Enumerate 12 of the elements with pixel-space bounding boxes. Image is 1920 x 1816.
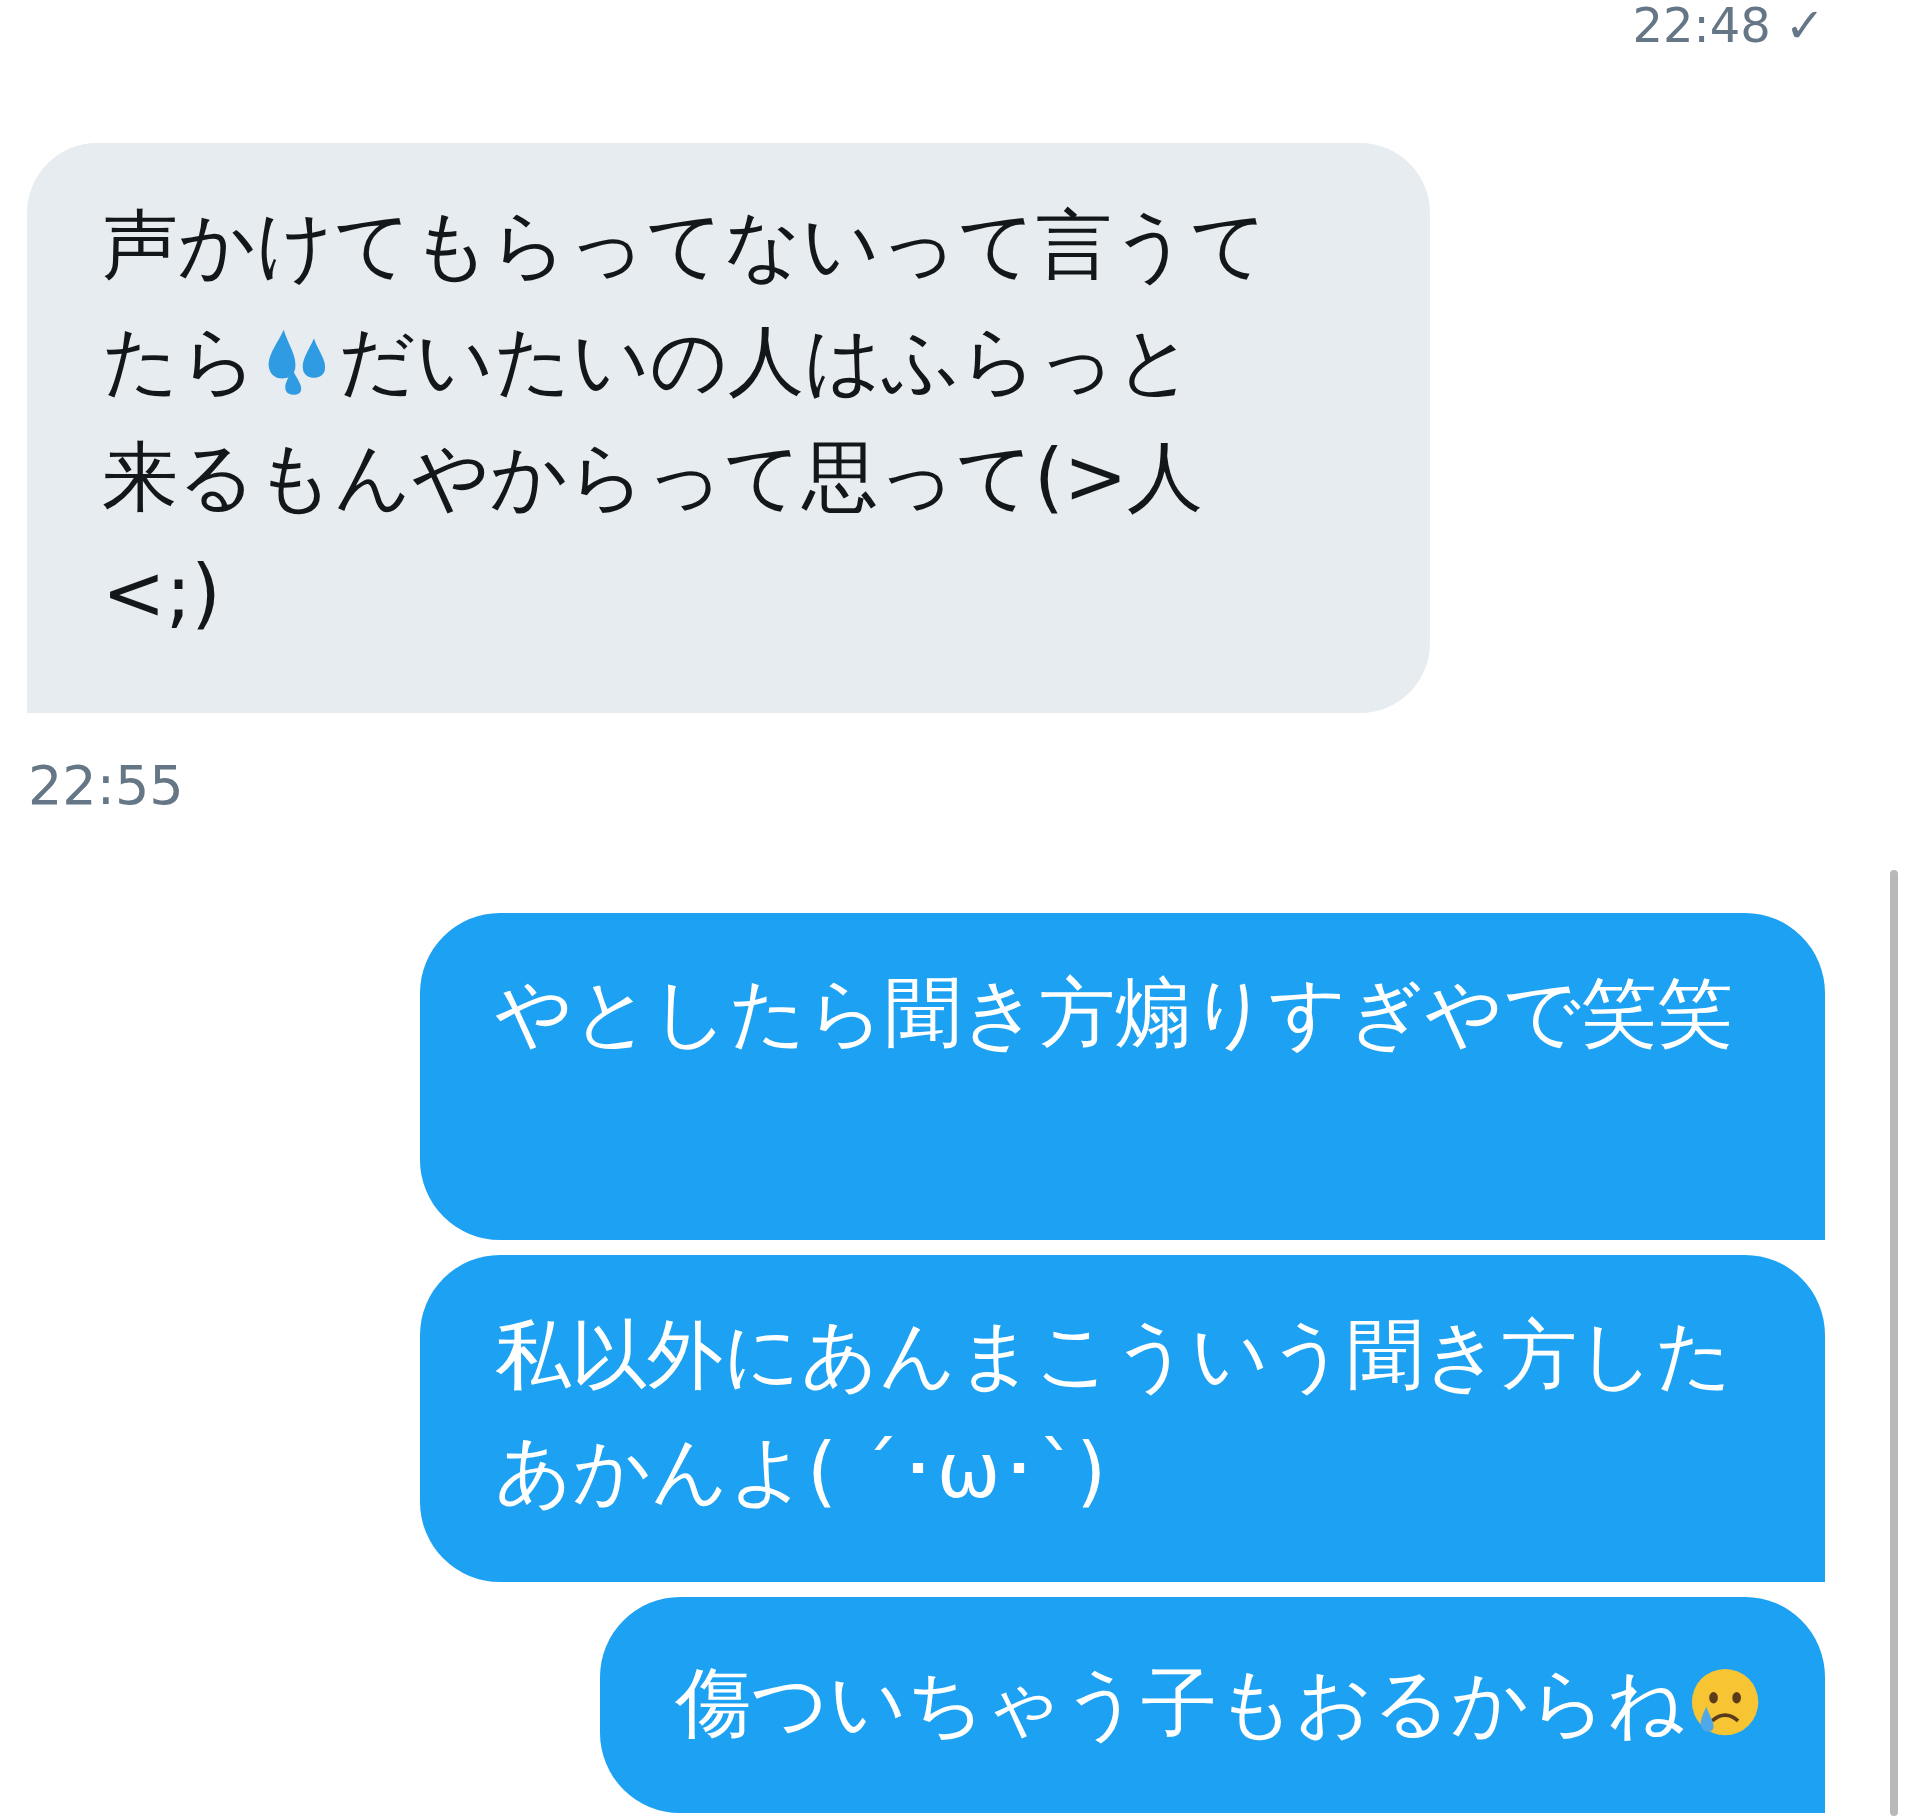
message-text: 傷ついちゃう子もおるからね xyxy=(675,1658,1686,1747)
message-text: だいたいの人はふらっと xyxy=(337,316,1194,405)
read-receipt-icon: ✓ xyxy=(1784,1,1825,49)
message-text: 声かけてもらってないって言うて xyxy=(102,200,1268,289)
message-text: やとしたら聞き方煽りすぎやで笑笑 xyxy=(495,968,1733,1057)
message-time: 22:48 xyxy=(1632,1,1771,49)
message-text: 来るもんやからって思って(>人 xyxy=(102,432,1204,521)
message-time: 22:55 xyxy=(28,754,184,817)
scrollbar[interactable] xyxy=(1890,870,1898,1816)
message-text: たら xyxy=(102,316,258,405)
message-text: 私以外にあんまこういう聞き方したあかんよ( ´･ω･`) xyxy=(495,1310,1733,1515)
message-text: <;) xyxy=(102,548,221,637)
